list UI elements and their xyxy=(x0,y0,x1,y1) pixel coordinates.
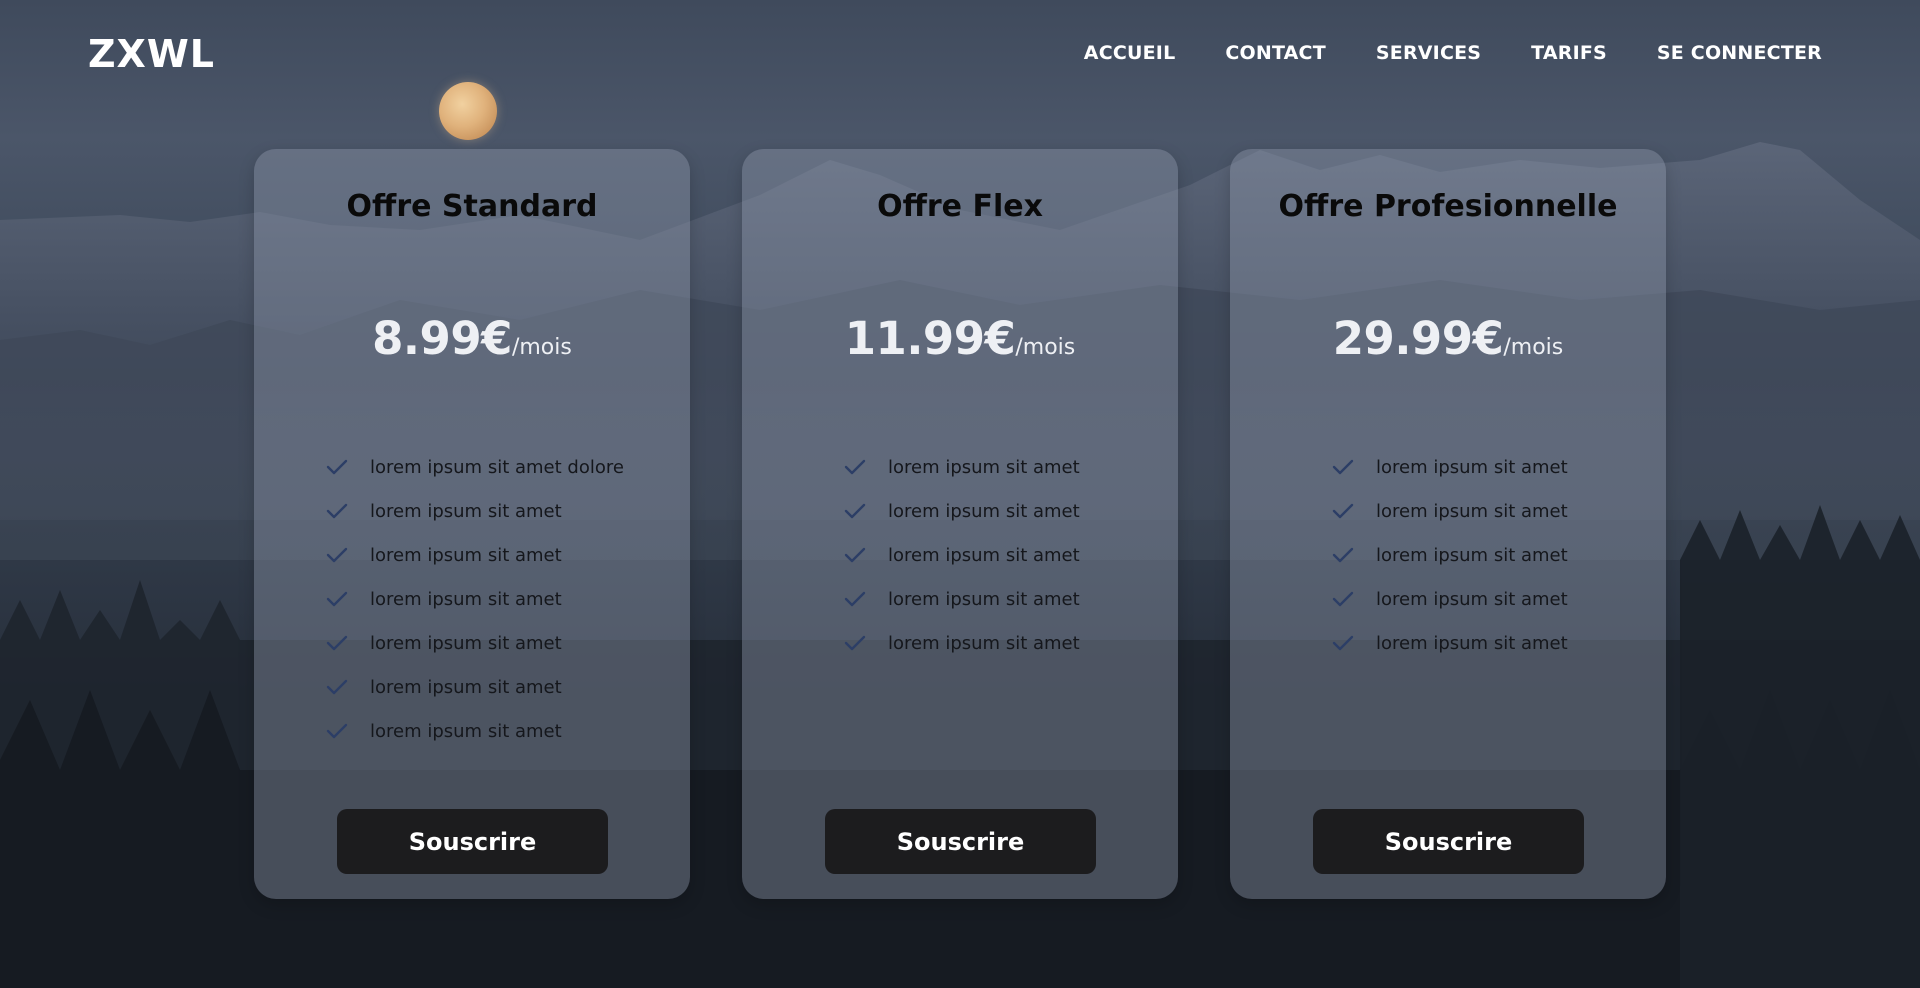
brand-logo[interactable]: ZXWL xyxy=(88,32,215,76)
check-icon xyxy=(844,547,866,563)
feature-item: lorem ipsum sit amet xyxy=(326,489,624,533)
feature-list: lorem ipsum sit amet dolore lorem ipsum … xyxy=(326,445,624,753)
feature-text: lorem ipsum sit amet xyxy=(888,544,1080,566)
feature-item: lorem ipsum sit amet xyxy=(1332,533,1568,577)
feature-text: lorem ipsum sit amet xyxy=(1376,632,1568,654)
feature-item: lorem ipsum sit amet xyxy=(326,665,624,709)
feature-text: lorem ipsum sit amet xyxy=(370,544,562,566)
check-icon xyxy=(326,547,348,563)
check-icon xyxy=(1332,547,1354,563)
feature-item: lorem ipsum sit amet dolore xyxy=(326,445,624,489)
plan-price: 8.99€/mois xyxy=(254,312,690,365)
nav-link-tarifs[interactable]: TARIFS xyxy=(1531,42,1607,64)
feature-item: lorem ipsum sit amet xyxy=(844,533,1080,577)
nav-link-services[interactable]: SERVICES xyxy=(1376,42,1481,64)
check-icon xyxy=(844,591,866,607)
subscribe-button-flex[interactable]: Souscrire xyxy=(825,809,1096,874)
feature-item: lorem ipsum sit amet xyxy=(844,489,1080,533)
plan-title: Offre Flex xyxy=(877,189,1043,224)
feature-text: lorem ipsum sit amet xyxy=(370,720,562,742)
feature-item: lorem ipsum sit amet xyxy=(1332,621,1568,665)
price-period: /mois xyxy=(511,335,572,360)
feature-item: lorem ipsum sit amet xyxy=(844,621,1080,665)
price-amount: 11.99€ xyxy=(844,312,1016,365)
check-icon xyxy=(326,679,348,695)
feature-item: lorem ipsum sit amet xyxy=(1332,577,1568,621)
feature-list: lorem ipsum sit amet lorem ipsum sit ame… xyxy=(844,445,1080,665)
feature-item: lorem ipsum sit amet xyxy=(1332,445,1568,489)
feature-text: lorem ipsum sit amet xyxy=(888,588,1080,610)
feature-text: lorem ipsum sit amet xyxy=(888,456,1080,478)
feature-item: lorem ipsum sit amet xyxy=(844,445,1080,489)
nav-link-contact[interactable]: CONTACT xyxy=(1225,42,1326,64)
feature-text: lorem ipsum sit amet xyxy=(1376,456,1568,478)
feature-text: lorem ipsum sit amet dolore xyxy=(370,456,624,478)
feature-text: lorem ipsum sit amet xyxy=(370,588,562,610)
check-icon xyxy=(844,635,866,651)
moon-icon xyxy=(439,82,497,140)
pricing-card-flex: Offre Flex 11.99€/mois lorem ipsum sit a… xyxy=(742,149,1178,899)
check-icon xyxy=(1332,459,1354,475)
feature-text: lorem ipsum sit amet xyxy=(370,500,562,522)
pricing-card-professionnelle: Offre Profesionnelle 29.99€/mois lorem i… xyxy=(1230,149,1666,899)
check-icon xyxy=(326,503,348,519)
check-icon xyxy=(844,503,866,519)
feature-text: lorem ipsum sit amet xyxy=(1376,588,1568,610)
plan-title: Offre Standard xyxy=(346,189,598,224)
check-icon xyxy=(326,635,348,651)
subscribe-button-professionnelle[interactable]: Souscrire xyxy=(1313,809,1584,874)
check-icon xyxy=(1332,591,1354,607)
nav-link-accueil[interactable]: ACCUEIL xyxy=(1084,42,1176,64)
feature-list: lorem ipsum sit amet lorem ipsum sit ame… xyxy=(1332,445,1568,665)
feature-item: lorem ipsum sit amet xyxy=(326,709,624,753)
feature-text: lorem ipsum sit amet xyxy=(1376,500,1568,522)
feature-item: lorem ipsum sit amet xyxy=(326,621,624,665)
feature-text: lorem ipsum sit amet xyxy=(888,632,1080,654)
check-icon xyxy=(326,591,348,607)
plan-price: 29.99€/mois xyxy=(1230,312,1666,365)
feature-item: lorem ipsum sit amet xyxy=(844,577,1080,621)
nav-link-se-connecter[interactable]: SE CONNECTER xyxy=(1657,42,1822,64)
price-amount: 29.99€ xyxy=(1332,312,1504,365)
feature-text: lorem ipsum sit amet xyxy=(370,676,562,698)
nav-links: ACCUEIL CONTACT SERVICES TARIFS SE CONNE… xyxy=(1084,42,1822,64)
check-icon xyxy=(844,459,866,475)
check-icon xyxy=(1332,503,1354,519)
plan-title: Offre Profesionnelle xyxy=(1278,189,1618,224)
check-icon xyxy=(1332,635,1354,651)
feature-item: lorem ipsum sit amet xyxy=(326,533,624,577)
feature-text: lorem ipsum sit amet xyxy=(888,500,1080,522)
subscribe-button-standard[interactable]: Souscrire xyxy=(337,809,608,874)
plan-price: 11.99€/mois xyxy=(742,312,1178,365)
navbar: ZXWL ACCUEIL CONTACT SERVICES TARIFS SE … xyxy=(0,0,1920,110)
pricing-card-standard: Offre Standard 8.99€/mois lorem ipsum si… xyxy=(254,149,690,899)
check-icon xyxy=(326,459,348,475)
feature-item: lorem ipsum sit amet xyxy=(326,577,624,621)
feature-item: lorem ipsum sit amet xyxy=(1332,489,1568,533)
check-icon xyxy=(326,723,348,739)
feature-text: lorem ipsum sit amet xyxy=(1376,544,1568,566)
price-amount: 8.99€ xyxy=(372,312,512,365)
price-period: /mois xyxy=(1503,335,1564,360)
feature-text: lorem ipsum sit amet xyxy=(370,632,562,654)
price-period: /mois xyxy=(1015,335,1076,360)
